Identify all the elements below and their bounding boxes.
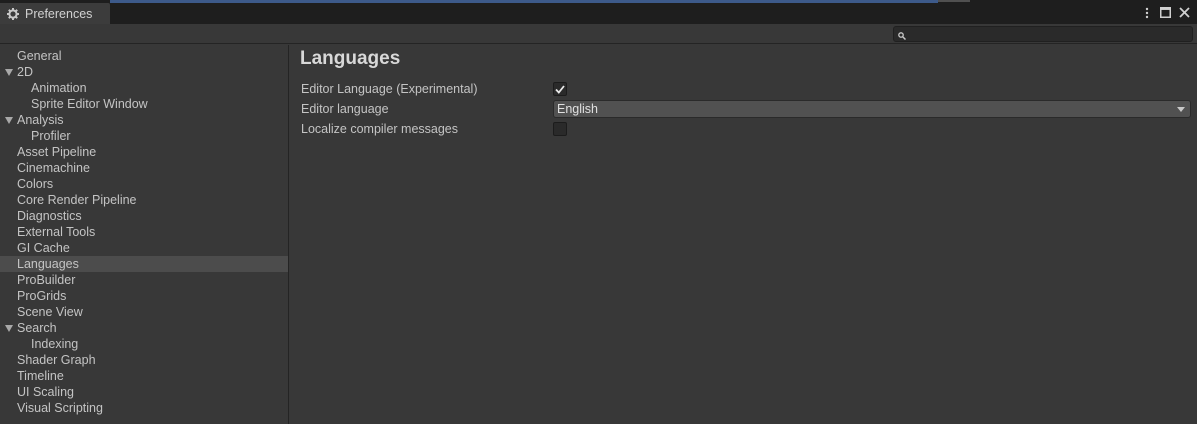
maximize-icon[interactable] xyxy=(1159,5,1172,20)
sidebar-item-label: Indexing xyxy=(31,337,79,351)
window-buttons xyxy=(1140,3,1191,22)
sidebar-item-label: Colors xyxy=(17,177,54,191)
sidebar-item-indexing[interactable]: Indexing xyxy=(0,336,288,352)
sidebar-item-label: UI Scaling xyxy=(17,385,74,399)
editor-language-label: Editor language xyxy=(301,102,389,116)
gear-icon xyxy=(6,7,20,21)
editor-language-dropdown[interactable]: English xyxy=(553,100,1191,118)
settings-sidebar: General 2D Animation Sprite Editor Windo… xyxy=(0,45,289,424)
editor-language-row: Editor language English xyxy=(301,100,1191,118)
search-icon xyxy=(898,29,908,41)
sidebar-item-label: Asset Pipeline xyxy=(17,145,97,159)
editor-language-experimental-label: Editor Language (Experimental) xyxy=(301,82,478,96)
sidebar-item-sprite-editor-window[interactable]: Sprite Editor Window xyxy=(0,96,288,112)
editor-language-experimental-checkbox[interactable] xyxy=(553,82,567,96)
sidebar-item-analysis[interactable]: Analysis xyxy=(0,112,288,128)
window-title-bar: Preferences xyxy=(0,0,1197,24)
sidebar-item-probuilder[interactable]: ProBuilder xyxy=(0,272,288,288)
chevron-down-icon xyxy=(1177,107,1185,112)
sidebar-item-visual-scripting[interactable]: Visual Scripting xyxy=(0,400,288,416)
sidebar-item-label: ProGrids xyxy=(17,289,67,303)
sidebar-item-profiler[interactable]: Profiler xyxy=(0,128,288,144)
title-bar-accent-secondary xyxy=(938,0,970,2)
sidebar-item-timeline[interactable]: Timeline xyxy=(0,368,288,384)
search-input[interactable] xyxy=(893,26,1193,42)
sidebar-item-gi-cache[interactable]: GI Cache xyxy=(0,240,288,256)
localize-compiler-messages-label: Localize compiler messages xyxy=(301,122,459,136)
expand-arrow-icon[interactable] xyxy=(5,117,13,124)
sidebar-item-ui-scaling[interactable]: UI Scaling xyxy=(0,384,288,400)
sidebar-item-label: External Tools xyxy=(17,225,96,239)
sidebar-item-label: Diagnostics xyxy=(17,209,82,223)
title-bar-accent xyxy=(110,0,938,3)
expand-arrow-icon[interactable] xyxy=(5,69,13,76)
sidebar-item-label: Languages xyxy=(17,257,79,271)
sidebar-item-label: Analysis xyxy=(17,113,64,127)
localize-compiler-messages-checkbox[interactable] xyxy=(553,122,567,136)
sidebar-item-scene-view[interactable]: Scene View xyxy=(0,304,288,320)
sidebar-item-general[interactable]: General xyxy=(0,48,288,64)
checkmark-icon xyxy=(555,84,565,94)
sidebar-item-2d[interactable]: 2D xyxy=(0,64,288,80)
preferences-toolbar xyxy=(0,24,1197,44)
sidebar-item-animation[interactable]: Animation xyxy=(0,80,288,96)
more-options-icon[interactable] xyxy=(1140,5,1153,20)
sidebar-item-label: Core Render Pipeline xyxy=(17,193,137,207)
preferences-tab[interactable]: Preferences xyxy=(0,3,110,24)
editor-language-experimental-row: Editor Language (Experimental) xyxy=(301,80,1191,98)
sidebar-item-label: Search xyxy=(17,321,57,335)
sidebar-item-label: General xyxy=(17,49,62,63)
sidebar-item-core-render-pipeline[interactable]: Core Render Pipeline xyxy=(0,192,288,208)
sidebar-item-progrids[interactable]: ProGrids xyxy=(0,288,288,304)
sidebar-item-label: Timeline xyxy=(17,369,64,383)
sidebar-item-label: Profiler xyxy=(31,129,71,143)
tab-title: Preferences xyxy=(25,6,93,21)
sidebar-item-label: 2D xyxy=(17,65,33,79)
sidebar-item-label: Animation xyxy=(31,81,87,95)
sidebar-item-shader-graph[interactable]: Shader Graph xyxy=(0,352,288,368)
settings-tree: General 2D Animation Sprite Editor Windo… xyxy=(0,45,288,416)
localize-compiler-messages-row: Localize compiler messages xyxy=(301,120,1191,138)
sidebar-item-label: Scene View xyxy=(17,305,83,319)
sidebar-item-asset-pipeline[interactable]: Asset Pipeline xyxy=(0,144,288,160)
sidebar-item-label: Visual Scripting xyxy=(17,401,103,415)
sidebar-item-label: Sprite Editor Window xyxy=(31,97,148,111)
sidebar-item-languages[interactable]: Languages xyxy=(0,256,288,272)
expand-arrow-icon[interactable] xyxy=(5,325,13,332)
sidebar-item-diagnostics[interactable]: Diagnostics xyxy=(0,208,288,224)
sidebar-item-search[interactable]: Search xyxy=(0,320,288,336)
page-title: Languages xyxy=(300,48,401,69)
sidebar-item-label: ProBuilder xyxy=(17,273,76,287)
sidebar-item-cinemachine[interactable]: Cinemachine xyxy=(0,160,288,176)
sidebar-item-external-tools[interactable]: External Tools xyxy=(0,224,288,240)
sidebar-item-label: Shader Graph xyxy=(17,353,96,367)
sidebar-item-label: Cinemachine xyxy=(17,161,90,175)
settings-content: Languages Editor Language (Experimental)… xyxy=(290,45,1197,424)
sidebar-item-colors[interactable]: Colors xyxy=(0,176,288,192)
sidebar-item-label: GI Cache xyxy=(17,241,70,255)
editor-language-value: English xyxy=(557,102,598,116)
close-icon[interactable] xyxy=(1178,5,1191,20)
